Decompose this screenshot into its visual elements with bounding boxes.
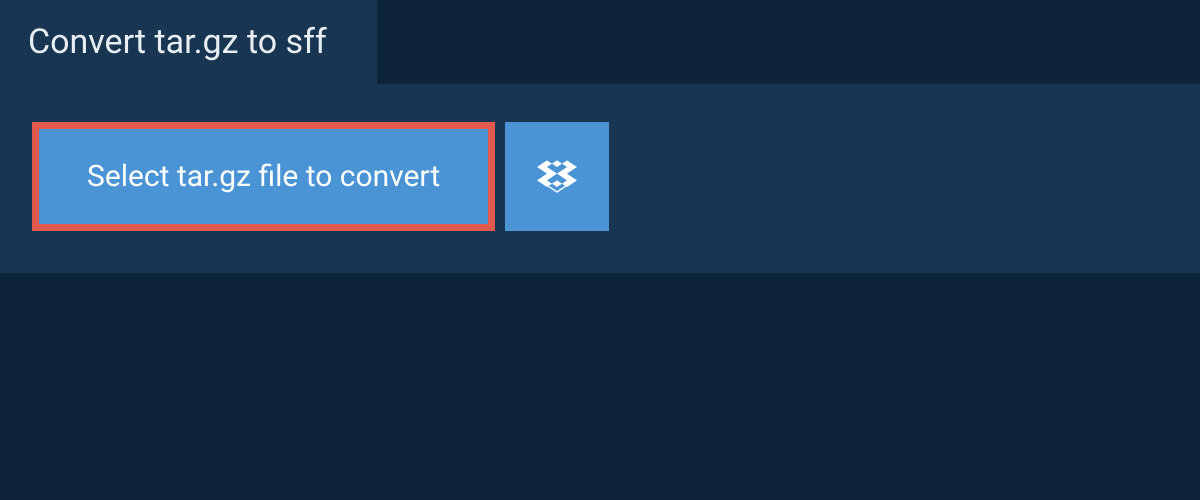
dropbox-icon xyxy=(537,157,577,197)
button-row: Select tar.gz file to convert xyxy=(32,122,1168,231)
page-title: Convert tar.gz to sff xyxy=(0,0,377,84)
main-panel: Select tar.gz file to convert xyxy=(0,84,1200,273)
dropbox-button[interactable] xyxy=(505,122,609,231)
select-file-button[interactable]: Select tar.gz file to convert xyxy=(32,122,495,231)
